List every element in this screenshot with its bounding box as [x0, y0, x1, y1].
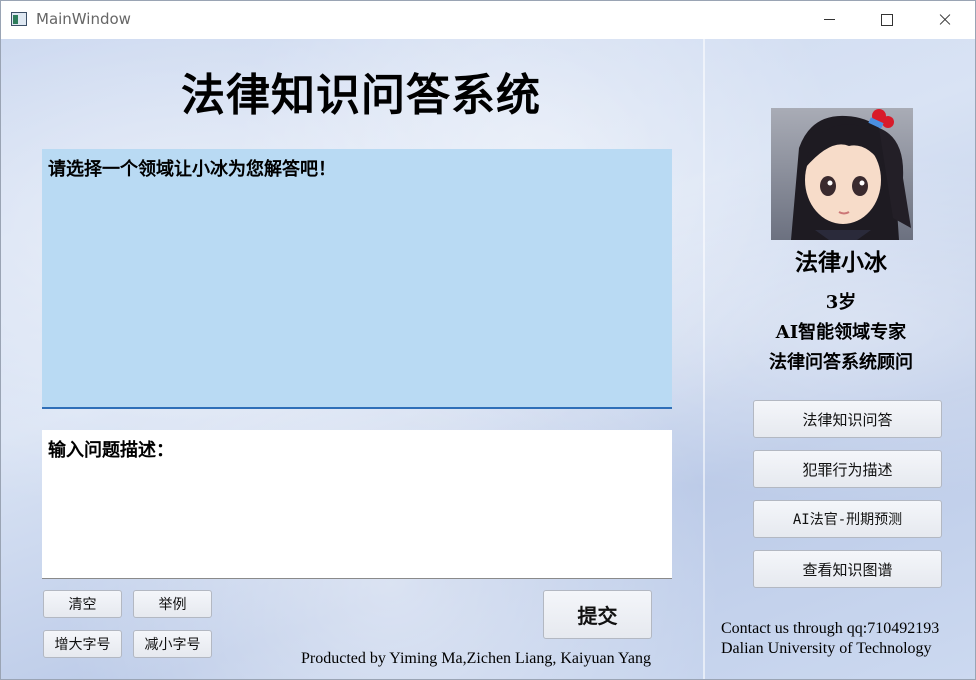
window-title: MainWindow	[36, 10, 131, 28]
close-button[interactable]	[916, 1, 974, 39]
knowledge-graph-button[interactable]: 查看知识图谱	[753, 550, 942, 588]
page-title: 法律知识问答系统	[181, 70, 541, 121]
title-bar[interactable]: MainWindow	[1, 1, 975, 39]
answer-text: 请选择一个领域让小冰为您解答吧！	[48, 159, 336, 180]
answer-display[interactable]: 请选择一个领域让小冰为您解答吧！	[42, 149, 672, 409]
minimize-button[interactable]	[801, 1, 859, 39]
ai-judge-sentence-button[interactable]: AI法官-刑期预测	[753, 500, 942, 538]
client-area: 法律知识问答系统 请选择一个领域让小冰为您解答吧！ 输入问题描述： 清空 举例 …	[1, 39, 975, 679]
increase-font-button[interactable]: 增大字号	[43, 630, 122, 658]
assistant-role: AI智能领域专家	[775, 322, 907, 343]
main-window: MainWindow 法律知识问答系统 请选择一个领域让小冰为您解答吧！ 输入问…	[0, 0, 976, 680]
contact-info: Contact us through qq:710492193	[721, 620, 940, 637]
example-button[interactable]: 举例	[133, 590, 212, 618]
assistant-age: 3岁	[825, 292, 857, 313]
university-name: Dalian University of Technology	[721, 640, 932, 657]
credits-text: Producted by Yiming Ma,Zichen Liang, Kai…	[301, 650, 652, 667]
avatar-image	[771, 108, 913, 240]
app-icon	[11, 12, 27, 26]
decrease-font-button[interactable]: 减小字号	[133, 630, 212, 658]
submit-button[interactable]: 提交	[543, 590, 652, 639]
clear-button[interactable]: 清空	[43, 590, 122, 618]
question-input[interactable]: 输入问题描述：	[42, 430, 672, 579]
question-label: 输入问题描述：	[48, 440, 174, 461]
assistant-name: 法律小冰	[795, 249, 887, 276]
crime-description-button[interactable]: 犯罪行为描述	[753, 450, 942, 488]
assistant-position: 法律问答系统顾问	[769, 352, 913, 373]
maximize-button[interactable]	[858, 1, 916, 39]
legal-qa-button[interactable]: 法律知识问答	[753, 400, 942, 438]
avatar	[771, 108, 913, 240]
